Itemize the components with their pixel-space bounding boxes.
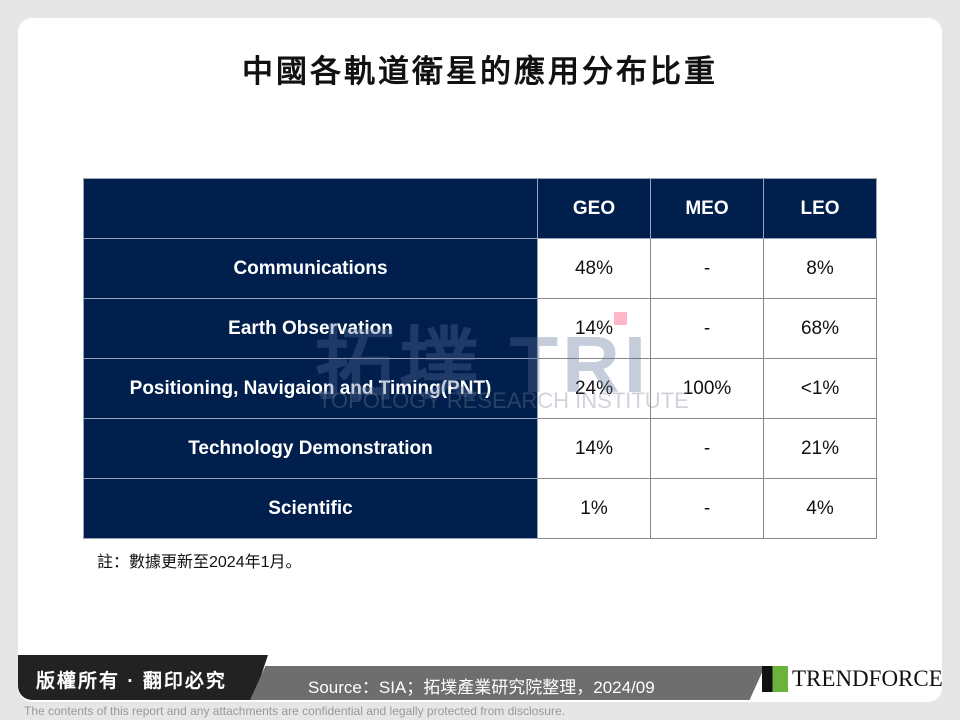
cell: 24% — [537, 358, 651, 419]
cell: - — [650, 238, 764, 299]
source-text: Source：SIA；拓墣產業研究院整理，2024/09 — [308, 678, 655, 697]
table-row: Technology Demonstration 14% -21% — [83, 418, 877, 479]
cell: 8% — [763, 238, 877, 299]
logo-text: TRENDFORCE — [792, 666, 943, 691]
cell: 21% — [763, 418, 877, 479]
disclaimer: The contents of this report and any atta… — [24, 704, 565, 718]
table-row: Scientific 1% -4% — [83, 478, 877, 539]
header-meo: MEO — [650, 178, 764, 239]
cell: 1% — [537, 478, 651, 539]
row-label: Technology Demonstration — [83, 418, 538, 479]
row-label: Positioning, Navigaion and Timing(PNT) — [83, 358, 538, 419]
cell: 48% — [537, 238, 651, 299]
cell: 68% — [763, 298, 877, 359]
header-blank — [83, 178, 538, 239]
orbit-application-table: GEO MEO LEO Communications 48% -8% Earth O… — [83, 178, 877, 539]
cell: - — [650, 298, 764, 359]
table-row: Earth Observation 14% -68% — [83, 298, 877, 359]
cell: - — [650, 478, 764, 539]
cell: 100% — [650, 358, 764, 419]
cell: 14% — [537, 298, 651, 359]
pink-marker — [614, 312, 627, 325]
row-label: Scientific — [83, 478, 538, 539]
cell: 14% — [537, 418, 651, 479]
copyright-bar: 版權所有 · 翻印必究 — [18, 655, 268, 700]
source-bar: Source：SIA；拓墣產業研究院整理，2024/09 — [250, 666, 765, 700]
header-leo: LEO — [763, 178, 877, 239]
page-title: 中國各軌道衛星的應用分布比重 — [242, 54, 718, 90]
logo-icon — [762, 666, 788, 692]
copyright-text: 版權所有 · 翻印必究 — [36, 671, 227, 692]
cell: - — [650, 418, 764, 479]
header-geo: GEO — [537, 178, 651, 239]
trendforce-logo: TRENDFORCE — [762, 666, 943, 692]
table-row: Positioning, Navigaion and Timing(PNT) 24… — [83, 358, 877, 419]
table-header-row: GEO MEO LEO — [83, 178, 877, 239]
row-label: Earth Observation — [83, 298, 538, 359]
footnote: 註：數據更新至2024年1月。 — [97, 554, 302, 571]
row-label: Communications — [83, 238, 538, 299]
table-row: Communications 48% -8% — [83, 238, 877, 299]
cell: 4% — [763, 478, 877, 539]
cell: <1% — [763, 358, 877, 419]
